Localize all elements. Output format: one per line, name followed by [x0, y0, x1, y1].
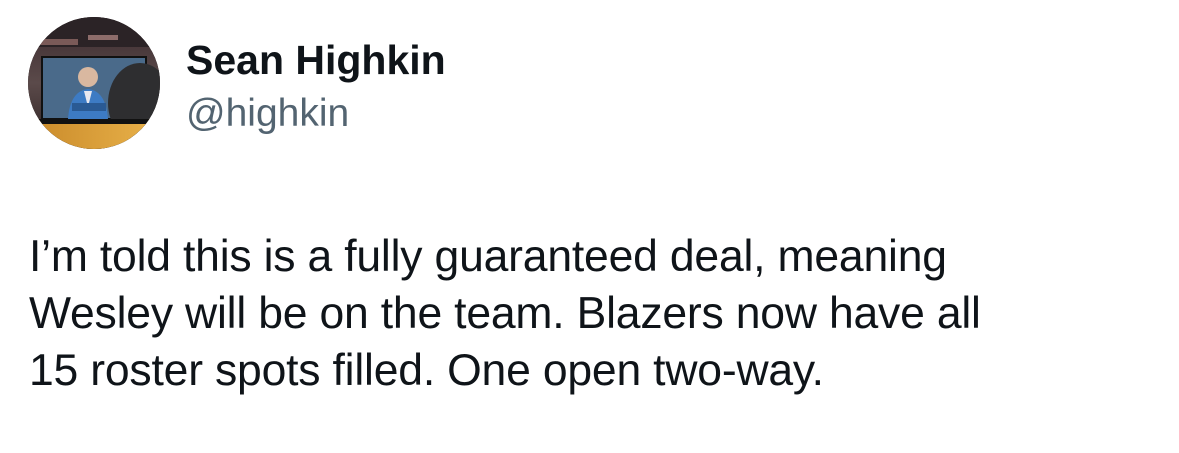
- author-info: Sean Highkin @highkin: [186, 34, 446, 138]
- user-handle[interactable]: @highkin: [186, 90, 446, 138]
- tweet-text: I’m told this is a fully guaranteed deal…: [29, 232, 981, 395]
- avatar[interactable]: [28, 17, 160, 149]
- display-name[interactable]: Sean Highkin: [186, 34, 446, 86]
- tweet-card: Sean Highkin @highkin I’m told this is a…: [0, 0, 1179, 453]
- profile-photo-icon: [28, 17, 160, 149]
